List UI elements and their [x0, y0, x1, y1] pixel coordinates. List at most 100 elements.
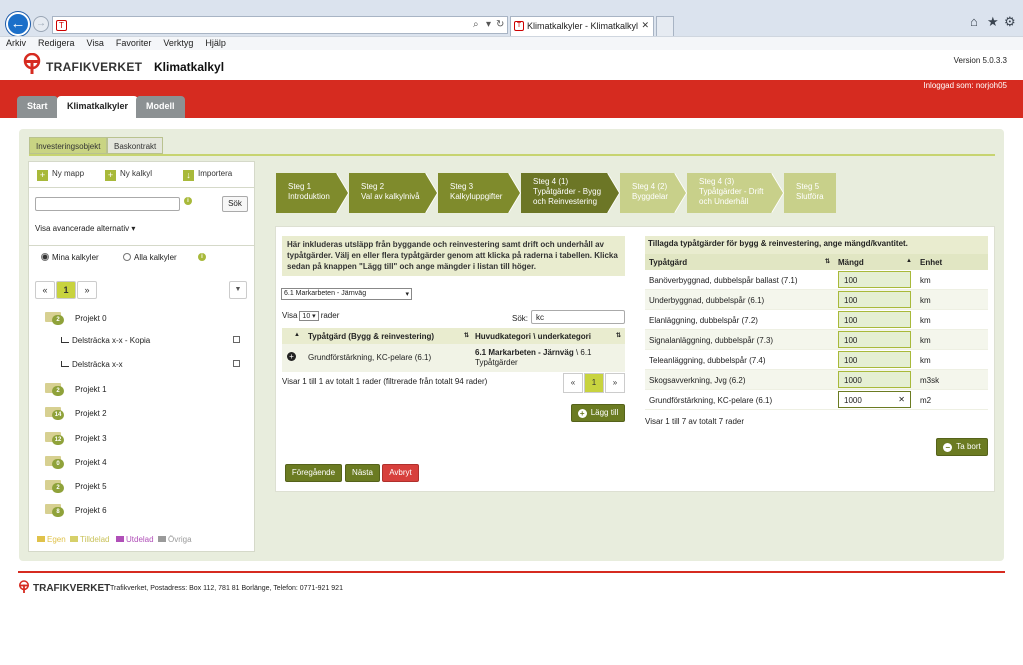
favorites-star-icon[interactable]: ★ [987, 14, 999, 30]
radio-unselected-icon [123, 253, 131, 261]
project-item[interactable]: 2 Projekt 5 [45, 480, 107, 493]
project-item[interactable]: 2 Projekt 0 [45, 312, 107, 325]
sort-asc-icon[interactable]: ▲ [294, 332, 300, 338]
info-icon[interactable]: i [184, 197, 192, 205]
sidebar-search-input[interactable] [35, 197, 180, 211]
quantity-input[interactable]: 100 [838, 311, 911, 328]
column-header[interactable]: Typåtgärd (Bygg & reinvestering) [308, 332, 434, 341]
pager-prev[interactable]: « [35, 281, 55, 299]
column-header[interactable]: Enhet [920, 258, 942, 267]
search-icon[interactable]: ⌕ [473, 19, 479, 30]
project-item[interactable]: 12 Projekt 3 [45, 432, 107, 445]
radio-all[interactable]: Alla kalkyler [123, 253, 177, 262]
sidebar-search-button[interactable]: Sök [222, 196, 248, 212]
previous-button[interactable]: Föregående [285, 464, 342, 482]
address-bar[interactable]: T ⌕ ▾ ↻ [52, 16, 508, 34]
quantity-input[interactable]: 1000 [838, 371, 911, 388]
dropdown-arrow-icon[interactable]: ▾ [486, 19, 491, 30]
project-item[interactable]: 2 Projekt 1 [45, 383, 107, 396]
calc-checkbox[interactable] [233, 360, 240, 367]
add-button[interactable]: + Lägg till [571, 404, 625, 422]
page-size-control: Visa 10 ▾ rader [282, 311, 340, 321]
clear-icon[interactable]: ✕ [898, 395, 905, 404]
wizard-step-2[interactable]: Steg 2 Val av kalkylnivå [349, 173, 438, 213]
new-calc-button[interactable]: + Ny kalkyl [105, 169, 152, 181]
calc-checkbox[interactable] [233, 336, 240, 343]
quantity-input[interactable]: 100 [838, 291, 911, 308]
added-row[interactable]: Signalanläggning, dubbelspår (7.3) 100 km [645, 330, 988, 350]
page-size-select[interactable]: 10 ▾ [299, 311, 319, 321]
info-icon[interactable]: i [198, 253, 206, 261]
tab-favicon-icon: T [514, 21, 524, 31]
menu-hjalp[interactable]: Hjälp [199, 37, 232, 49]
close-tab-icon[interactable]: ✕ [641, 20, 649, 31]
added-row[interactable]: Teleanläggning, dubbelspår (7.4) 100 km [645, 350, 988, 370]
import-button[interactable]: ↓ Importera [183, 169, 232, 181]
pager-current[interactable]: 1 [584, 373, 604, 393]
dropdown-button[interactable]: ▼ [229, 281, 247, 299]
added-row[interactable]: Grundförstärkning, KC-pelare (6.1) 1000 ✕ m… [645, 390, 988, 410]
menu-redigera[interactable]: Redigera [32, 37, 81, 49]
tab-start[interactable]: Start [17, 96, 58, 118]
wizard-step-3[interactable]: Steg 3 Kalkyluppgifter [438, 173, 521, 213]
menu-favoriter[interactable]: Favoriter [110, 37, 158, 49]
added-row[interactable]: Skogsavverkning, Jvg (6.2) 1000 m3sk [645, 370, 988, 390]
column-header[interactable]: Typåtgärd [649, 258, 687, 267]
pager-prev[interactable]: « [563, 373, 583, 393]
forward-button[interactable]: → [33, 16, 49, 32]
folder-icon [116, 536, 124, 542]
wizard-step-5[interactable]: Steg 5 Slutföra [784, 173, 836, 213]
project-item[interactable]: 0 Projekt 4 [45, 456, 107, 469]
pager-current[interactable]: 1 [56, 281, 76, 299]
calc-item[interactable]: Delsträcka x-x [61, 360, 123, 369]
back-button[interactable]: ← [6, 12, 30, 36]
cancel-button[interactable]: Avbryt [382, 464, 419, 482]
sort-icon[interactable]: ⇅ [464, 332, 469, 339]
browser-tab[interactable]: T Klimatkalkyler - Klimatkalkyl ✕ [510, 16, 654, 36]
tab-klimatkalkyler[interactable]: Klimatkalkyler [57, 96, 139, 119]
calc-item[interactable]: Delsträcka x-x - Kopia [61, 336, 150, 345]
wizard-step-1[interactable]: Steg 1 Introduktion [276, 173, 349, 213]
search-input[interactable]: kc [531, 310, 625, 324]
menu-verktyg[interactable]: Verktyg [157, 37, 199, 49]
menu-visa[interactable]: Visa [81, 37, 110, 49]
subtab-baskontrakt[interactable]: Baskontrakt [107, 137, 164, 154]
wizard-step-4-2[interactable]: Steg 4 (2) Byggdelar [620, 173, 687, 213]
wizard-step-4-3[interactable]: Steg 4 (3) Typåtgärder - Drift och Underhå… [687, 173, 784, 213]
sort-asc-icon[interactable]: ▲ [906, 258, 912, 264]
quantity-input[interactable]: 100 [838, 331, 911, 348]
project-item[interactable]: 14 Projekt 2 [45, 407, 107, 420]
tab-modell[interactable]: Modell [136, 96, 185, 118]
added-row[interactable]: Underbyggnad, dubbelspår (6.1) 100 km [645, 290, 988, 310]
column-header[interactable]: Huvudkategori \ underkategori [475, 332, 591, 341]
wizard-step-4-1[interactable]: Steg 4 (1) Typåtgärder - Bygg och Reinvest… [521, 173, 620, 213]
app-name: Klimatkalkyl [154, 60, 225, 74]
refresh-icon[interactable]: ↻ [496, 19, 504, 30]
category-select[interactable]: 6.1 Markarbeten - Järnväg ▾ [281, 288, 412, 300]
project-item[interactable]: 8 Projekt 6 [45, 504, 107, 517]
folder-icon [70, 536, 78, 542]
subtab-investeringsobjekt[interactable]: Investeringsobjekt [29, 137, 108, 154]
sort-icon[interactable]: ⇅ [616, 332, 621, 339]
advanced-options-toggle[interactable]: Visa avancerade alternativ ▾ [35, 224, 135, 233]
settings-gear-icon[interactable]: ⚙ [1004, 14, 1016, 30]
next-button[interactable]: Nästa [345, 464, 380, 482]
table-row[interactable]: + Grundförstärkning, KC-pelare (6.1) 6.1… [282, 344, 625, 372]
quantity-input-active[interactable]: 1000 ✕ [838, 391, 911, 408]
quantity-input[interactable]: 100 [838, 351, 911, 368]
radio-mine[interactable]: Mina kalkyler [41, 253, 99, 262]
added-row[interactable]: Banöverbyggnad, dubbelspår ballast (7.1)… [645, 270, 988, 290]
new-folder-button[interactable]: + Ny mapp [37, 169, 84, 181]
folder-icon: 12 [45, 432, 64, 445]
added-row[interactable]: Elanläggning, dubbelspår (7.2) 100 km [645, 310, 988, 330]
home-icon[interactable]: ⌂ [970, 14, 978, 29]
pager-next[interactable]: » [77, 281, 97, 299]
menu-arkiv[interactable]: Arkiv [0, 37, 32, 49]
plus-circle-icon[interactable]: + [287, 352, 296, 361]
quantity-input[interactable]: 100 [838, 271, 911, 288]
remove-button[interactable]: − Ta bort [936, 438, 988, 456]
sort-icon[interactable]: ⇅ [825, 258, 830, 265]
column-header[interactable]: Mängd [838, 258, 864, 267]
new-tab-button[interactable] [656, 16, 674, 36]
pager-next[interactable]: » [605, 373, 625, 393]
